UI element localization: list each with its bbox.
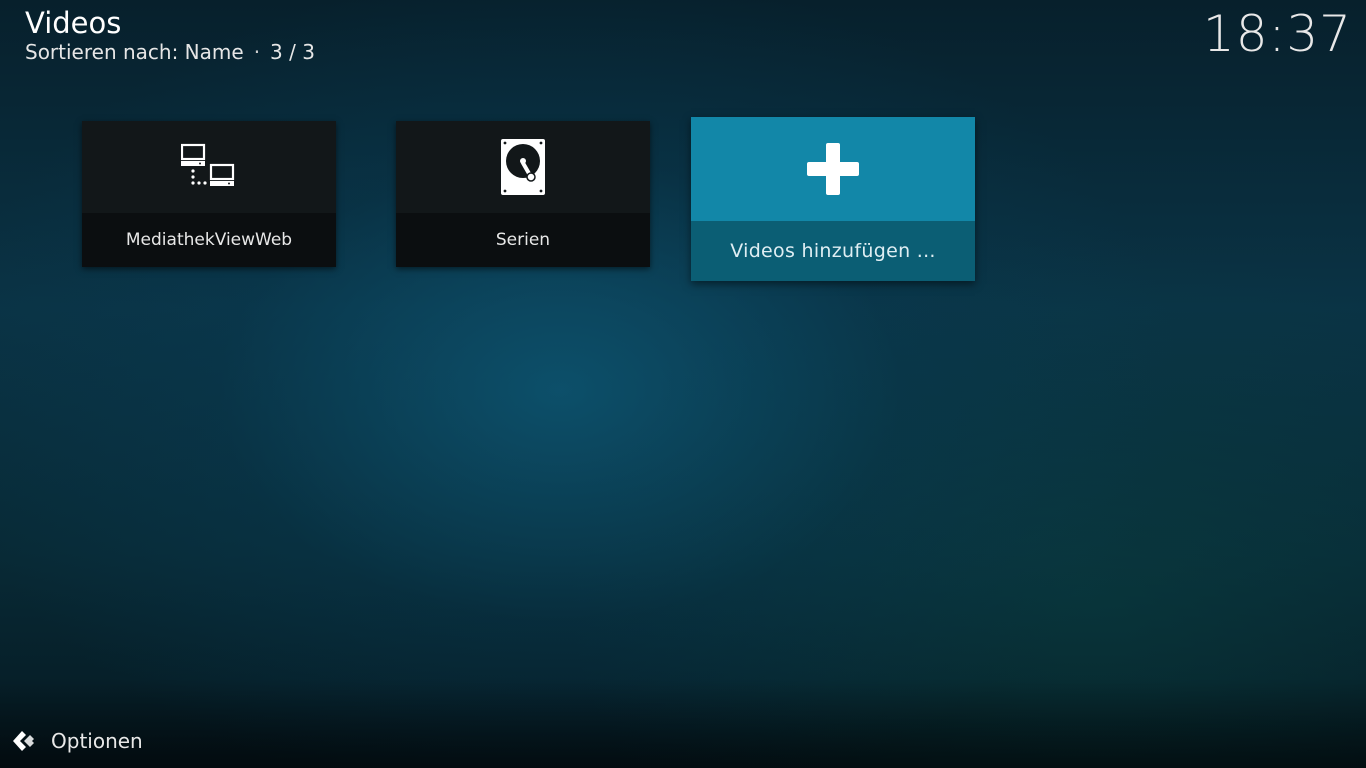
clock: 18:37 <box>1202 5 1352 63</box>
source-tile-mediathekviewweb[interactable]: MediathekViewWeb <box>82 121 336 267</box>
tile-label: Videos hinzufügen ... <box>691 221 975 281</box>
item-count: 3 / 3 <box>270 40 315 64</box>
sort-label: Sortieren nach: Name <box>25 40 244 64</box>
sort-separator: · <box>253 40 261 64</box>
tile-thumbnail <box>691 117 975 221</box>
source-tile-serien[interactable]: Serien <box>396 121 650 267</box>
options-icon <box>13 731 34 751</box>
tile-thumbnail <box>82 121 336 213</box>
plus-icon <box>807 143 859 195</box>
page-title: Videos <box>25 6 122 40</box>
options-button[interactable]: Optionen <box>10 726 143 756</box>
add-videos-tile[interactable]: Videos hinzufügen ... <box>691 117 975 281</box>
tile-label: MediathekViewWeb <box>82 213 336 267</box>
tile-thumbnail <box>396 121 650 213</box>
sort-info: Sortieren nach: Name · 3 / 3 <box>25 39 315 65</box>
network-icon <box>181 143 235 186</box>
harddisk-icon <box>501 139 545 195</box>
bottom-shade <box>0 678 1366 768</box>
options-label: Optionen <box>51 729 143 753</box>
tile-label: Serien <box>396 213 650 267</box>
